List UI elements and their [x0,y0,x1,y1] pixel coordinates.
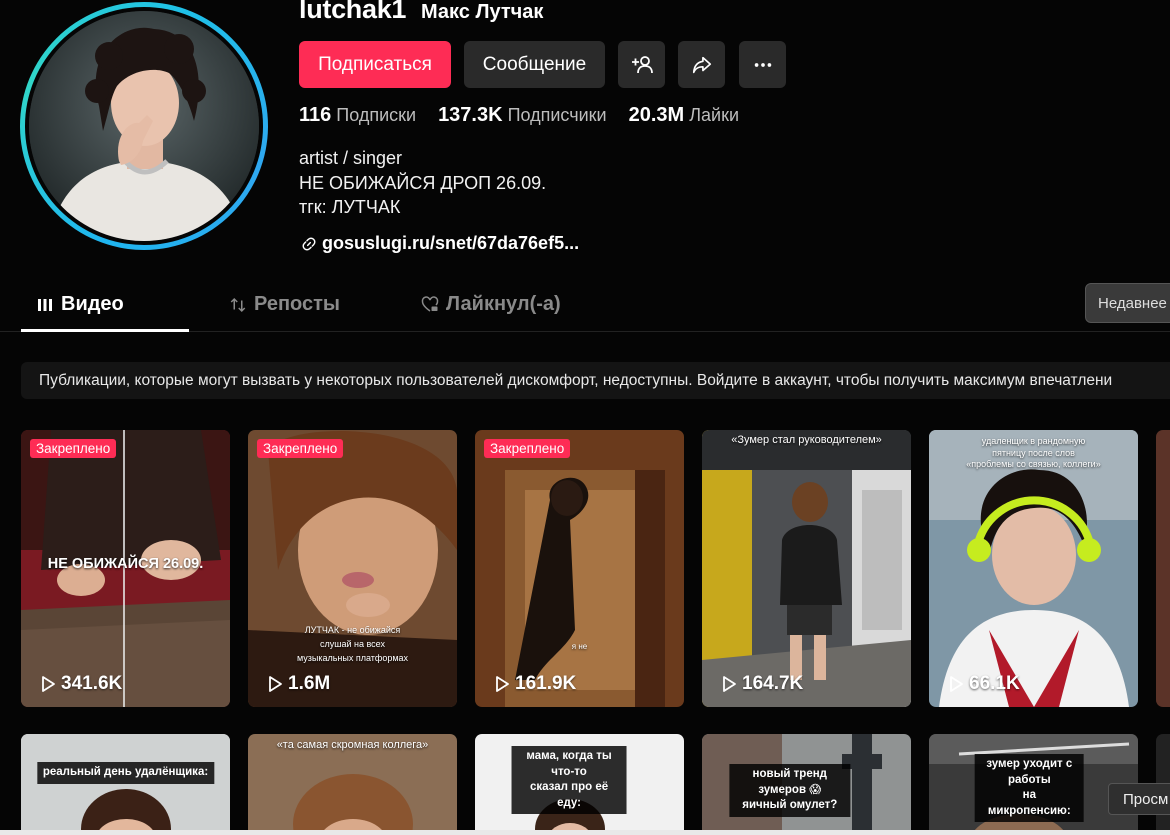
pinned-badge: Закреплено [30,439,117,458]
play-icon [42,676,55,692]
play-icon [723,676,736,692]
tab-videos[interactable]: Видео [38,293,124,316]
video-caption: новый тренд зумеров 😱 яичный омулет? [729,764,851,817]
add-user-icon [631,55,653,73]
share-button[interactable] [678,41,725,88]
video-caption: ЛУТЧАК - не обижайся слушай на всех музы… [296,625,409,663]
view-count: 66.1K [947,673,1020,695]
view-count: 1.6M [266,673,330,695]
profile-link-text: gosuslugi.ru/snet/67da76ef5... [322,233,580,253]
avatar-photo [29,11,259,241]
video-card-partial[interactable] [1156,430,1170,707]
video-caption: «та самая скромная коллега» [276,739,429,751]
repost-icon [230,297,246,312]
video-caption: удаленщик в рандомную пятницу после слов… [966,436,1101,470]
profile-link[interactable]: gosuslugi.ru/snet/67da76ef5... [301,233,579,254]
heart-lock-icon [421,295,439,312]
pinned-badge: Закреплено [257,439,344,458]
video-card[interactable]: Закреплено НЕ ОБИЖАЙСЯ 26.09. 341.6K [21,430,230,707]
active-tab-indicator [21,329,189,332]
tab-reposts[interactable]: Репосты [228,293,340,316]
video-thumbnail [21,734,230,835]
pinned-badge: Закреплено [484,439,571,458]
bio-line: artist / singer [299,148,403,168]
video-card[interactable]: реальный день удалёнщика: [21,734,230,835]
video-card[interactable]: «Зумер стал руководителем» 164.7K [702,430,911,707]
content-notice: Публикации, которые могут вызвать у неко… [21,362,1170,399]
video-caption: я не [571,642,588,651]
video-caption: мама, когда ты что-то сказал про её еду: [511,746,627,815]
tab-liked[interactable]: Лайкнул(-а) [420,293,561,316]
video-caption: зумер уходит с работы на микропенсию: [974,754,1084,823]
followers-count[interactable]: 137.3K Подписчики [438,104,607,127]
bio-line: НЕ ОБИЖАЙСЯ ДРОП 26.09. [299,172,547,193]
video-card[interactable]: новый тренд зумеров 😱 яичный омулет? [702,734,911,835]
bio-line: тгк: ЛУТЧАК [299,197,401,217]
likes-count: 20.3M Лайки [628,104,739,126]
video-thumbnail [475,430,684,707]
video-card[interactable]: «та самая скромная коллега» [248,734,457,835]
bio: artist / singer НЕ ОБИЖАЙСЯ ДРОП 26.09. … [299,146,546,220]
grid-icon [38,299,52,311]
share-icon [692,56,711,73]
avatar[interactable] [20,2,268,250]
sort-latest-button[interactable]: Недавнее [1085,283,1170,323]
more-button[interactable] [739,41,786,88]
preview-tooltip: Просм [1108,783,1170,815]
video-card[interactable]: Закреплено ЛУТЧАК - не обижайся слушай н… [248,430,457,707]
play-icon [950,676,963,692]
view-count: 161.9K [493,673,576,695]
profile-page: lutchak1 Макс Лутчак Подписаться Сообщен… [0,0,1170,835]
video-caption: «Зумер стал руководителем» [731,434,882,446]
message-button[interactable]: Сообщение [464,41,605,88]
bottom-edge [0,830,1170,835]
nickname: Макс Лутчак [421,1,544,23]
profile-tabs: Видео Репосты Лайкнул(-а) [0,282,1170,332]
video-card[interactable]: удаленщик в рандомную пятницу после слов… [929,430,1138,707]
username: lutchak1 [299,0,407,24]
video-thumbnail [702,430,911,707]
video-caption: реальный день удалёнщика: [36,762,215,784]
add-friend-button[interactable] [618,41,665,88]
video-card[interactable]: мама, когда ты что-то сказал про её еду: [475,734,684,835]
profile-stats: 116 Подписки 137.3K Подписчики 20.3M Лайки [299,104,739,127]
follow-button[interactable]: Подписаться [299,41,451,88]
play-icon [269,676,282,692]
more-icon [754,62,771,67]
video-thumbnail [929,430,1138,707]
view-count: 164.7K [720,673,803,695]
link-icon [302,237,316,250]
following-count[interactable]: 116 Подписки [299,104,416,127]
play-icon [496,676,509,692]
video-caption: НЕ ОБИЖАЙСЯ 26.09. [47,556,204,572]
video-card[interactable]: Закреплено я не 161.9K [475,430,684,707]
video-card[interactable]: зумер уходит с работы на микропенсию: [929,734,1138,835]
view-count: 341.6K [39,673,122,695]
